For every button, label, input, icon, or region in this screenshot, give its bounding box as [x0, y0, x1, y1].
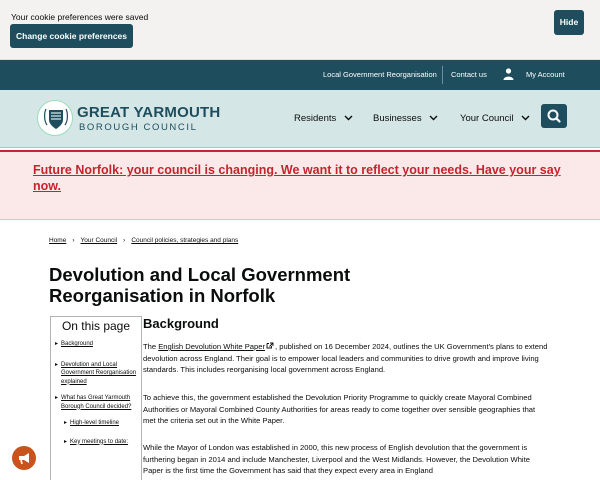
search-button[interactable] — [541, 104, 567, 128]
on-this-page-list: ▸ Background ▸ Devolution and Local Govern… — [51, 340, 141, 446]
utility-divider — [442, 66, 443, 84]
paragraph: While the Mayor of London was establishe… — [143, 443, 530, 475]
list-item[interactable]: ▸ What has Great Yarmouth Borough Council… — [55, 394, 141, 411]
chevron-down-icon — [344, 115, 353, 121]
section-heading-background: Background — [143, 316, 219, 331]
list-item[interactable]: ▸ High-level timeline — [55, 419, 141, 428]
nav-residents[interactable]: Residents — [294, 113, 353, 124]
breadcrumb-separator: › — [123, 237, 126, 244]
hide-cookie-button[interactable]: Hide — [554, 10, 584, 35]
breadcrumb-home[interactable]: Home — [49, 237, 66, 244]
external-link-icon — [266, 342, 274, 349]
alert-banner: Future Norfolk: your council is changing… — [0, 150, 600, 220]
otp-link-explained[interactable]: Devolution and Local Government Reorgani… — [61, 361, 141, 387]
paragraph: To achieve this, the government establis… — [143, 393, 536, 425]
feedback-button[interactable] — [12, 446, 36, 470]
paragraph: The English Devolution White Paper, publ… — [143, 341, 548, 376]
otp-link-decided[interactable]: What has Great Yarmouth Borough Council … — [61, 394, 141, 411]
future-norfolk-link[interactable]: Future Norfolk: your council is changing… — [33, 162, 563, 194]
search-icon — [547, 109, 561, 123]
list-item[interactable]: ▸ Key meetings to date: — [55, 438, 141, 447]
chevron-down-icon — [429, 115, 438, 121]
megaphone-icon — [19, 453, 29, 465]
breadcrumb-policies[interactable]: Council policies, strategies and plans — [131, 237, 238, 244]
user-icon[interactable] — [503, 68, 514, 80]
otp-link-background[interactable]: Background — [61, 340, 93, 349]
breadcrumb-separator: › — [72, 237, 75, 244]
breadcrumb: Home › Your Council › Council policies, stra… — [49, 237, 238, 244]
nav-businesses[interactable]: Businesses — [373, 113, 438, 124]
on-this-page-heading: On this page — [61, 319, 131, 333]
logo-title[interactable]: GREAT YARMOUTH — [77, 104, 220, 121]
otp-link-meetings[interactable]: Key meetings to date: — [70, 438, 128, 447]
on-this-page-nav: On this page ▸ Background ▸ Devolution and… — [50, 316, 142, 480]
cookie-message: Your cookie preferences were saved — [11, 12, 149, 22]
otp-link-timeline[interactable]: High-level timeline — [70, 419, 119, 428]
utility-bar: Local Government Reorganisation Contact … — [0, 60, 600, 90]
nav-your-council[interactable]: Your Council — [460, 113, 530, 124]
logo-subtitle[interactable]: BOROUGH COUNCIL — [79, 122, 197, 133]
nav-businesses-label: Businesses — [373, 113, 422, 124]
site-header: GREAT YARMOUTH BOROUGH COUNCIL Residents… — [0, 90, 600, 148]
cookie-banner: Your cookie preferences were saved Chang… — [0, 0, 600, 60]
list-item[interactable]: ▸ Background — [55, 340, 141, 349]
chevron-down-icon — [521, 115, 530, 121]
crest-logo[interactable] — [37, 100, 73, 136]
paragraph-text: The — [143, 342, 159, 351]
contact-us-link[interactable]: Contact us — [451, 70, 487, 79]
page-title: Devolution and Local Government Reorgani… — [49, 264, 351, 306]
nav-your-council-label: Your Council — [460, 113, 514, 124]
nav-residents-label: Residents — [294, 113, 337, 124]
breadcrumb-your-council[interactable]: Your Council — [81, 237, 118, 244]
local-government-reorganisation-link[interactable]: Local Government Reorganisation — [323, 70, 437, 79]
list-item[interactable]: ▸ Devolution and Local Government Reorgan… — [55, 361, 141, 387]
white-paper-link[interactable]: English Devolution White Paper — [158, 342, 265, 351]
change-cookie-preferences-button[interactable]: Change cookie preferences — [10, 24, 134, 48]
my-account-link[interactable]: My Account — [526, 70, 565, 79]
crest-icon — [44, 108, 68, 129]
